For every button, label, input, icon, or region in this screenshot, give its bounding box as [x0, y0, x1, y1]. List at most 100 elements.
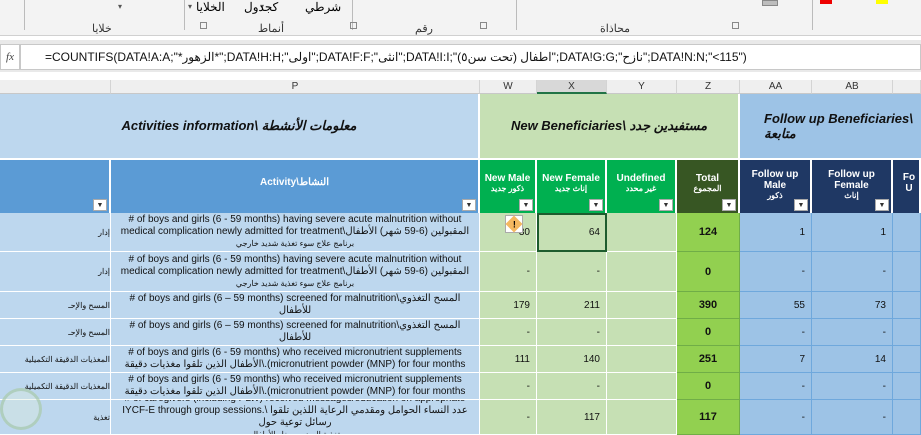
- red-color-icon[interactable]: [820, 0, 832, 4]
- cell-ab[interactable]: -: [812, 400, 893, 435]
- cell-ab[interactable]: 1: [812, 213, 893, 252]
- dialog-launcher-icon[interactable]: [200, 22, 207, 29]
- styles-cells-button[interactable]: الخلايا: [196, 0, 225, 14]
- cell-aa[interactable]: -: [740, 319, 812, 346]
- dialog-launcher-icon[interactable]: [732, 22, 739, 29]
- cell-y[interactable]: [607, 400, 677, 435]
- chevron-down-icon[interactable]: ▾: [188, 2, 192, 11]
- cell-z[interactable]: 0: [677, 319, 740, 346]
- cell-category[interactable]: إدار: [0, 213, 111, 252]
- header-label: New Female: [542, 172, 600, 184]
- cell-aa[interactable]: -: [740, 373, 812, 400]
- cell-x[interactable]: -: [537, 252, 607, 292]
- cell-z[interactable]: 124: [677, 213, 740, 252]
- cell-x[interactable]: 140: [537, 346, 607, 373]
- cell-follow-up-undefined[interactable]: [893, 346, 921, 373]
- filter-dropdown-button[interactable]: ▼: [875, 199, 889, 211]
- column-header-p[interactable]: P: [111, 80, 480, 94]
- cell-ab[interactable]: -: [812, 319, 893, 346]
- cell-ab[interactable]: 73: [812, 292, 893, 319]
- cell-x[interactable]: -: [537, 319, 607, 346]
- cell-z[interactable]: 0: [677, 252, 740, 292]
- conditional-format-button[interactable]: شرطي: [305, 0, 341, 14]
- cell-w[interactable]: 179: [480, 292, 537, 319]
- cell-value: 64: [588, 226, 600, 238]
- cell-category[interactable]: المسح والإحـ: [0, 292, 111, 319]
- cell-follow-up-undefined[interactable]: [893, 319, 921, 346]
- cell-value: 0: [704, 326, 712, 338]
- cell-w[interactable]: -: [480, 252, 537, 292]
- column-header-x[interactable]: X: [537, 80, 607, 94]
- cell-w[interactable]: 111: [480, 346, 537, 373]
- filter-dropdown-button[interactable]: ▼: [519, 199, 533, 211]
- cell-activity[interactable]: # of boys and girls (6 - 59 months) who …: [111, 373, 480, 400]
- column-header-aa[interactable]: AA: [740, 80, 812, 94]
- column-header[interactable]: [0, 80, 111, 94]
- cell-w[interactable]: -: [480, 373, 537, 400]
- filter-dropdown-button[interactable]: ▼: [462, 199, 476, 211]
- cell-aa[interactable]: -: [740, 400, 812, 435]
- cell-y[interactable]: [607, 213, 677, 252]
- filter-dropdown-button[interactable]: ▼: [93, 199, 107, 211]
- filter-dropdown-button[interactable]: ▼: [722, 199, 736, 211]
- chevron-down-icon[interactable]: ▾: [118, 2, 122, 11]
- cell-ab[interactable]: -: [812, 252, 893, 292]
- cell-aa[interactable]: 55: [740, 292, 812, 319]
- column-header-z[interactable]: Z: [677, 80, 740, 94]
- cell-x[interactable]: -: [537, 373, 607, 400]
- filter-dropdown-button[interactable]: ▼: [794, 199, 808, 211]
- cell-y[interactable]: [607, 346, 677, 373]
- cell-w[interactable]: -: [480, 400, 537, 435]
- format-as-table-button[interactable]: كجدول: [244, 0, 278, 14]
- cell-y[interactable]: [607, 292, 677, 319]
- cell-activity[interactable]: # of boys and girls (6 – 59 months) scre…: [111, 292, 480, 319]
- cell-z[interactable]: 117: [677, 400, 740, 435]
- cell-y[interactable]: [607, 373, 677, 400]
- cell-y[interactable]: [607, 252, 677, 292]
- cell-follow-up-undefined[interactable]: [893, 373, 921, 400]
- cell-aa[interactable]: -: [740, 252, 812, 292]
- error-warning-button[interactable]: !: [505, 215, 523, 233]
- cell-follow-up-undefined[interactable]: [893, 400, 921, 435]
- cell-category[interactable]: إدار: [0, 252, 111, 292]
- cell-category[interactable]: المغذيات الدقيقة التكميلية: [0, 346, 111, 373]
- cell-z[interactable]: 390: [677, 292, 740, 319]
- column-header-ab[interactable]: AB: [812, 80, 893, 94]
- cell-z[interactable]: 0: [677, 373, 740, 400]
- fx-icon[interactable]: fx: [0, 44, 20, 70]
- cell-x[interactable]: 211: [537, 292, 607, 319]
- cell-activity-ar: برنامج علاج سوء تغذية شديد خارجي: [235, 278, 355, 288]
- cell-x[interactable]: 117: [537, 400, 607, 435]
- column-header-y[interactable]: Y: [607, 80, 677, 94]
- cell-value: -: [526, 380, 530, 392]
- cell-aa[interactable]: 1: [740, 213, 812, 252]
- cell-value: 1: [880, 226, 886, 238]
- cell-activity[interactable]: # of caregivers (including PLW) received…: [111, 400, 480, 435]
- filter-dropdown-button[interactable]: ▼: [589, 199, 603, 211]
- cell-activity[interactable]: # of boys and girls (6 – 59 months) scre…: [111, 319, 480, 346]
- formula-input[interactable]: =COUNTIFS(DATA!A:A;"*الزهور*";DATA!H:H;"…: [20, 44, 921, 70]
- cell-follow-up-undefined[interactable]: [893, 213, 921, 252]
- cell-activity[interactable]: # of boys and girls (6 - 59 months) havi…: [111, 213, 480, 252]
- cell-ab[interactable]: -: [812, 373, 893, 400]
- column-header[interactable]: [893, 80, 921, 94]
- dialog-launcher-icon[interactable]: [350, 22, 357, 29]
- cell-w[interactable]: -: [480, 319, 537, 346]
- cell-value: المغذيات الدقيقة التكميلية: [24, 354, 110, 364]
- cell-aa[interactable]: 7: [740, 346, 812, 373]
- color-swatch[interactable]: [762, 0, 778, 6]
- cell-activity[interactable]: # of boys and girls (6 - 59 months) who …: [111, 346, 480, 373]
- yellow-color-icon[interactable]: [876, 0, 888, 4]
- cell-ab[interactable]: 14: [812, 346, 893, 373]
- column-header-w[interactable]: W: [480, 80, 537, 94]
- filter-dropdown-button[interactable]: ▼: [659, 199, 673, 211]
- cell-activity[interactable]: # of boys and girls (6 - 59 months) havi…: [111, 252, 480, 292]
- cell-category[interactable]: المسح والإحـ: [0, 319, 111, 346]
- dialog-launcher-icon[interactable]: [480, 22, 487, 29]
- cell-z[interactable]: 251: [677, 346, 740, 373]
- cell-follow-up-undefined[interactable]: [893, 252, 921, 292]
- cell-follow-up-undefined[interactable]: [893, 292, 921, 319]
- cell-y[interactable]: [607, 319, 677, 346]
- selected-cell-x[interactable]: 64: [537, 213, 607, 252]
- cell-value: # of boys and girls (6 - 59 months) who …: [124, 347, 466, 370]
